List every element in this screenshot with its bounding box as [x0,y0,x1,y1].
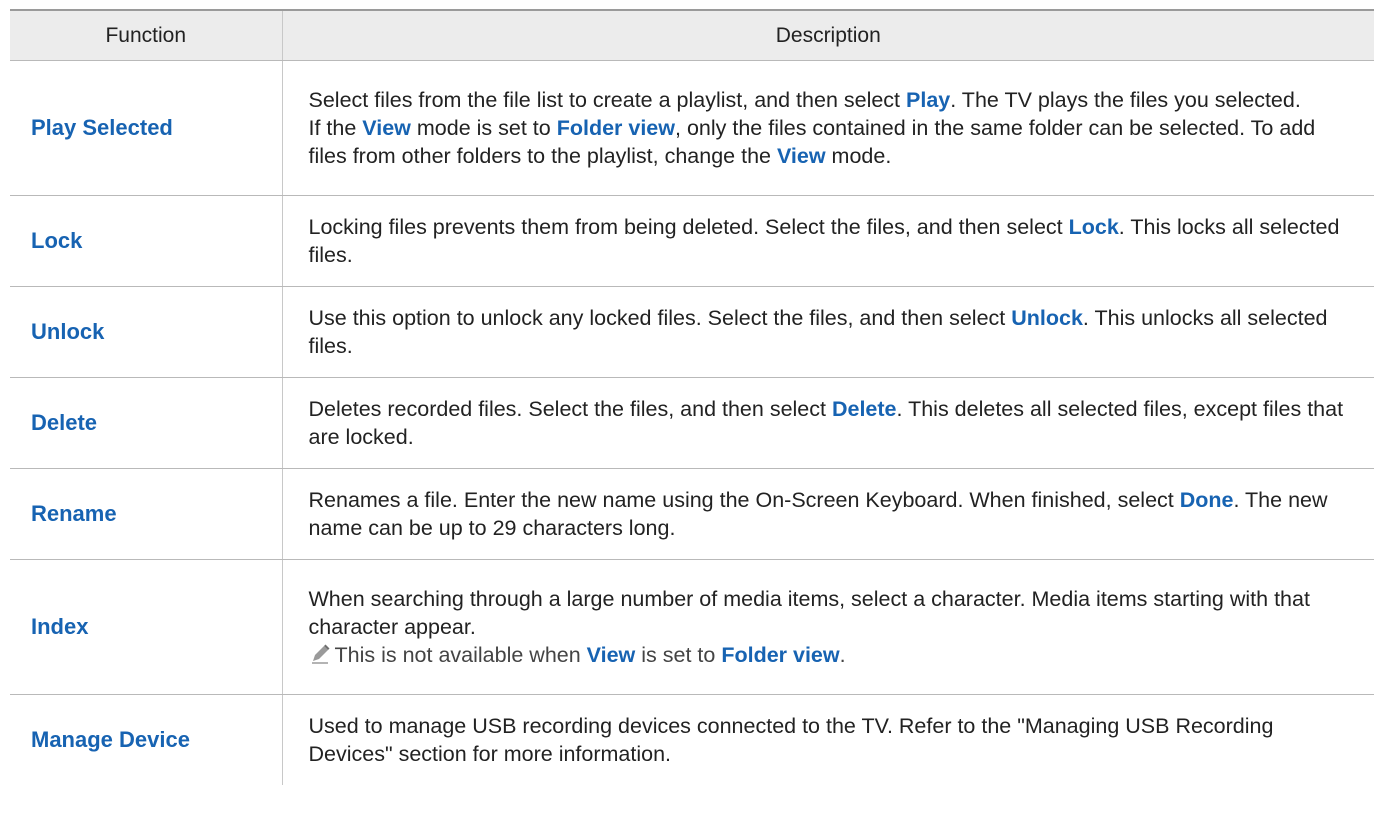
function-description: When searching through a large number of… [282,559,1374,695]
table-row: Unlock Use this option to unlock any lock… [10,286,1374,378]
function-description: Use this option to unlock any locked fil… [282,286,1374,378]
keyword: Lock [1068,215,1119,239]
text-segment: mode. [825,144,892,168]
text-segment: . [839,643,846,667]
table-header-row: Function Description [10,10,1374,61]
text-segment: is set to [635,643,722,667]
text-segment: If the [308,116,363,140]
function-table: Function Description Play Selected Select… [10,9,1374,785]
description-paragraph: Used to manage USB recording devices con… [309,712,1357,768]
table-row: Rename Renames a file. Enter the new name… [10,468,1374,560]
description-paragraph: When searching through a large number of… [309,585,1357,641]
table-row: Delete Deletes recorded files. Select the… [10,377,1374,469]
function-description: Deletes recorded files. Select the files… [282,377,1374,469]
header-function: Function [10,10,283,61]
keyword: Play [906,88,951,112]
function-name: Index [10,559,283,695]
keyword: Delete [831,397,897,421]
function-name: Lock [10,195,283,287]
keyword: Done [1179,488,1234,512]
text-segment: Use this option to unlock any locked fil… [308,306,1012,330]
function-description: Renames a file. Enter the new name using… [282,468,1374,560]
description-paragraph: Select files from the file list to creat… [309,86,1357,114]
table-row: Manage Device Used to manage USB recordin… [10,694,1374,786]
function-description: Used to manage USB recording devices con… [282,695,1374,786]
text-segment: Locking files prevents them from being d… [308,215,1069,239]
function-name: Manage Device [10,694,283,785]
text-segment: This is not available when [334,643,587,667]
function-name: Play Selected [10,60,283,196]
function-description: Select files from the file list to creat… [282,60,1374,196]
function-name: Rename [10,468,283,560]
table-row: Index When searching through a large numb… [10,559,1374,695]
function-description: Locking files prevents them from being d… [282,195,1374,287]
keyword: Unlock [1011,306,1083,330]
text-segment: Deletes recorded files. Select the files… [308,397,832,421]
table-row: Lock Locking files prevents them from bei… [10,195,1374,287]
note: This is not available when View is set t… [309,641,1357,669]
text-segment: Select files from the file list to creat… [308,88,907,112]
pencil-icon [309,643,331,665]
function-name: Unlock [10,286,283,378]
keyword: Folder view [721,643,840,667]
table-row: Play Selected Select files from the file … [10,60,1374,196]
keyword: Folder view [556,116,675,140]
description-paragraph: Locking files prevents them from being d… [309,213,1357,269]
function-name: Delete [10,377,283,469]
keyword: View [586,643,636,667]
text-segment: mode is set to [410,116,557,140]
description-paragraph: Renames a file. Enter the new name using… [309,486,1357,542]
keyword: View [362,116,411,140]
header-description: Description [282,10,1374,61]
description-paragraph: Use this option to unlock any locked fil… [309,304,1357,360]
text-segment: . The TV plays the files you selected. [950,88,1301,112]
text-segment: Used to manage USB recording devices con… [308,714,1274,766]
keyword: View [776,144,826,168]
description-paragraph: Deletes recorded files. Select the files… [309,395,1357,451]
text-segment: Renames a file. Enter the new name using… [308,488,1180,512]
text-segment: When searching through a large number of… [308,587,1310,639]
description-paragraph: If the View mode is set to Folder view, … [309,114,1357,170]
